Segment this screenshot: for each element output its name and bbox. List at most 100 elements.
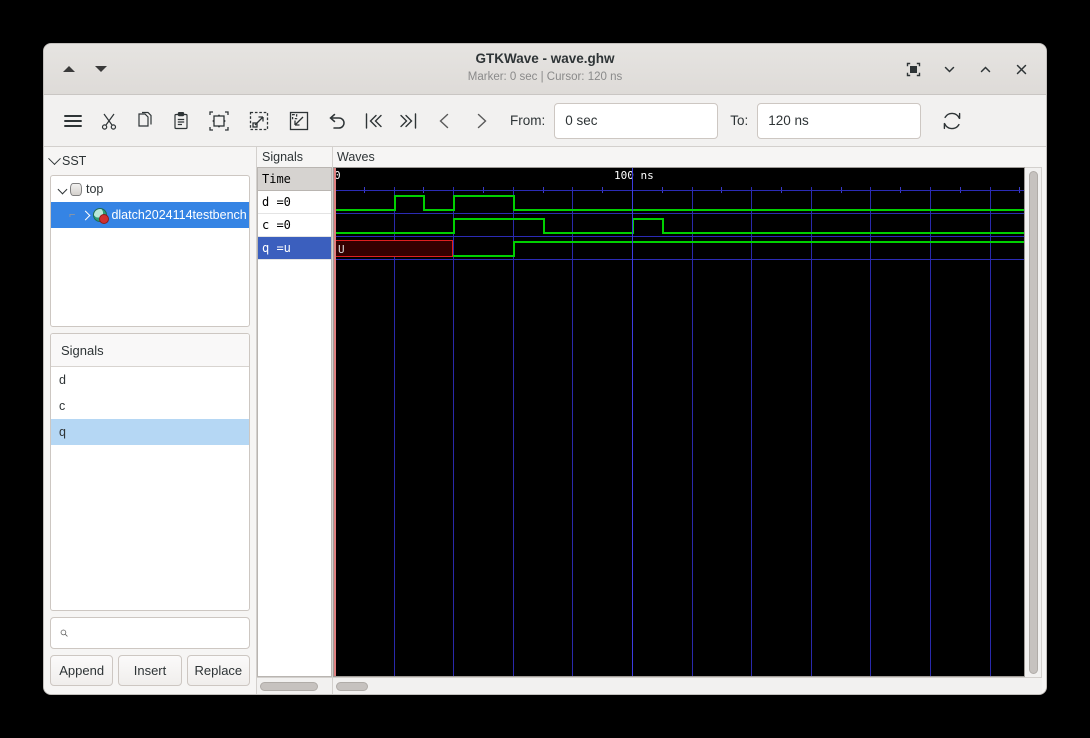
- tree-node-label: top: [86, 182, 104, 196]
- from-label: From:: [510, 113, 546, 128]
- list-item[interactable]: c: [51, 393, 249, 419]
- tree-node-dlatch-testbench[interactable]: ⌐ dlatch2024114testbench: [51, 202, 249, 228]
- append-button[interactable]: Append: [50, 655, 114, 686]
- scrollbar-thumb[interactable]: [336, 681, 368, 691]
- waveform-level-1: [632, 218, 662, 220]
- chevron-left-icon: [439, 113, 449, 128]
- window-title: GTKWave - wave.ghw: [475, 51, 615, 66]
- grid-line: [453, 187, 454, 676]
- undo-button[interactable]: [320, 104, 354, 138]
- wave-name-row[interactable]: d =0: [258, 191, 331, 214]
- scrollbar-thumb[interactable]: [1028, 171, 1038, 674]
- maximize-button[interactable]: [898, 54, 928, 84]
- sst-section-header[interactable]: SST: [48, 151, 250, 169]
- grid-line: [751, 187, 752, 676]
- row-separator: [334, 236, 1024, 237]
- waveform-edge: [662, 218, 664, 234]
- tree-guide-icon: ⌐: [69, 209, 76, 221]
- insert-button[interactable]: Insert: [118, 655, 182, 686]
- minimize-button[interactable]: [934, 54, 964, 84]
- signals-list-panel: Signals d c q: [50, 333, 250, 611]
- main-body: SST top ⌐ dlatch2024114testbench Signals: [44, 147, 1046, 694]
- go-to-end-button[interactable]: [392, 104, 426, 138]
- wave-canvas[interactable]: 0 100 ns U: [333, 167, 1025, 677]
- grid-line: [990, 187, 991, 676]
- tree-node-label: dlatch2024114testbench: [111, 208, 247, 222]
- zoom-fit-icon: [209, 110, 229, 131]
- waveform-edge: [513, 241, 515, 257]
- search-box[interactable]: [50, 617, 250, 649]
- cursor-line: [632, 168, 633, 676]
- undefined-value-box: [334, 240, 453, 257]
- chevron-right-icon[interactable]: [80, 210, 91, 220]
- zoom-fit-button[interactable]: [200, 104, 238, 138]
- wave-names-hscrollbar[interactable]: [257, 677, 332, 694]
- menu-button[interactable]: [56, 104, 90, 138]
- chevron-down-icon: [48, 151, 61, 165]
- zoom-in-icon: [249, 111, 269, 130]
- scrollbar-thumb[interactable]: [260, 681, 318, 691]
- wave-name-row[interactable]: q =u: [258, 237, 331, 260]
- history-up-button[interactable]: [54, 54, 84, 84]
- waves-title: Waves: [337, 150, 375, 164]
- waveform-level-1: [394, 195, 423, 197]
- paste-button[interactable]: [164, 104, 198, 138]
- triangle-up-icon: [63, 66, 75, 72]
- waveform-level-0: [662, 232, 1024, 234]
- history-down-button[interactable]: [86, 54, 116, 84]
- waveform-edge: [423, 195, 425, 211]
- waves-hscrollbar[interactable]: [333, 677, 1042, 694]
- to-time-input[interactable]: [757, 102, 922, 139]
- waveform-level-0: [543, 232, 632, 234]
- close-icon: [1016, 64, 1026, 74]
- reload-button[interactable]: [935, 104, 969, 138]
- waveform-level-0: [453, 255, 513, 257]
- wave-name-row[interactable]: c =0: [258, 214, 331, 237]
- waveform-edge: [394, 195, 396, 211]
- grid-line: [870, 187, 871, 676]
- chevron-down-icon[interactable]: [57, 184, 68, 194]
- waveform-edge: [543, 218, 545, 234]
- grid-line: [692, 187, 693, 676]
- prev-edge-button[interactable]: [428, 104, 462, 138]
- go-to-end-icon: [400, 112, 417, 129]
- title-bar-left-controls: [54, 54, 194, 84]
- waveform-edge: [513, 195, 515, 211]
- copy-button[interactable]: [128, 104, 162, 138]
- waves-vscrollbar[interactable]: [1025, 167, 1042, 677]
- row-separator: [334, 259, 1024, 260]
- go-to-start-button[interactable]: [356, 104, 390, 138]
- menu-icon: [64, 114, 82, 127]
- title-bar: GTKWave - wave.ghw Marker: 0 sec | Curso…: [44, 44, 1046, 95]
- grid-line: [394, 187, 395, 676]
- row-separator: [334, 213, 1024, 214]
- signals-list[interactable]: d c q: [51, 367, 249, 610]
- waveform-level-0: [334, 209, 394, 211]
- window-subtitle: Marker: 0 sec | Cursor: 120 ns: [467, 71, 623, 83]
- grid-line: [811, 187, 812, 676]
- wave-names-list[interactable]: Time d =0 c =0 q =u: [257, 167, 332, 677]
- search-input[interactable]: [75, 625, 240, 641]
- chevron-down-icon: [944, 66, 954, 73]
- next-edge-button[interactable]: [464, 104, 498, 138]
- chevron-right-icon: [477, 113, 487, 128]
- list-item[interactable]: d: [51, 367, 249, 393]
- tree-node-top[interactable]: top: [51, 176, 249, 202]
- to-label: To:: [730, 113, 749, 128]
- signal-name: q: [59, 425, 66, 439]
- undo-icon: [329, 113, 345, 129]
- zoom-out-button[interactable]: [280, 104, 318, 138]
- sst-tree[interactable]: top ⌐ dlatch2024114testbench: [50, 175, 250, 327]
- cut-button[interactable]: [92, 104, 126, 138]
- restore-button[interactable]: [970, 54, 1000, 84]
- grid-line: [930, 187, 931, 676]
- zoom-in-button[interactable]: [240, 104, 278, 138]
- close-button[interactable]: [1006, 54, 1036, 84]
- grid-line: [513, 187, 514, 676]
- paste-icon: [174, 111, 188, 129]
- from-time-input[interactable]: [554, 102, 719, 139]
- waveform-edge: [453, 218, 455, 234]
- signals-list-header: Signals: [51, 334, 249, 367]
- list-item[interactable]: q: [51, 419, 249, 445]
- replace-button[interactable]: Replace: [186, 655, 250, 686]
